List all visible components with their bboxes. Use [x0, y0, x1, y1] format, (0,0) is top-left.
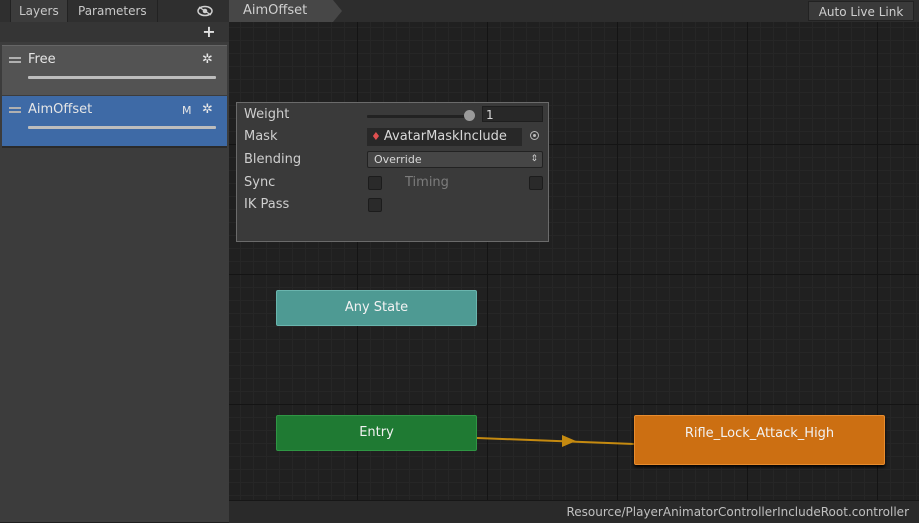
tab-layers[interactable]: Layers: [10, 0, 68, 22]
state-entry[interactable]: Entry: [276, 415, 477, 451]
layer-settings-popup: Weight 1 Mask ♦ AvatarMaskInclude Blendin…: [236, 102, 549, 242]
weight-slider-thumb[interactable]: [464, 110, 475, 121]
layer-toolbar: [0, 22, 229, 42]
sync-checkbox[interactable]: [368, 176, 382, 190]
layer-weight-bar: [28, 76, 216, 79]
layer-name: Free: [28, 52, 56, 67]
layer-item-free[interactable]: Free ✲: [2, 45, 227, 95]
sync-label: Sync: [244, 175, 276, 190]
layer-item-aimoffset[interactable]: AimOffset M ✲: [2, 96, 227, 146]
mask-label: Mask: [244, 129, 278, 144]
ik-pass-checkbox[interactable]: [368, 198, 382, 212]
object-picker-icon[interactable]: [530, 131, 539, 140]
eye-icon[interactable]: [196, 3, 214, 19]
weight-slider[interactable]: [367, 115, 471, 118]
gear-icon[interactable]: ✲: [202, 53, 214, 66]
add-layer-button[interactable]: +: [202, 22, 216, 42]
auto-live-link-button[interactable]: Auto Live Link: [808, 1, 914, 21]
controller-path: Resource/PlayerAnimatorControllerInclude…: [566, 505, 909, 519]
breadcrumb[interactable]: AimOffset: [229, 0, 342, 22]
divider: [2, 146, 227, 148]
gear-icon[interactable]: ✲: [202, 103, 214, 116]
weight-label: Weight: [244, 107, 290, 122]
status-bar: Resource/PlayerAnimatorControllerInclude…: [229, 500, 919, 523]
blending-value: Override: [374, 153, 422, 166]
blending-label: Blending: [244, 152, 302, 167]
drag-handle-icon[interactable]: [9, 107, 21, 113]
dropdown-arrows-icon: ⇕: [530, 154, 538, 164]
mask-badge: M: [182, 104, 192, 117]
drag-handle-icon[interactable]: [9, 57, 21, 63]
graph-toolbar: AimOffset Auto Live Link: [229, 0, 919, 23]
layer-name: AimOffset: [28, 102, 93, 117]
panel-tabs: Layers Parameters: [0, 0, 229, 23]
timing-checkbox[interactable]: [529, 176, 543, 190]
tab-parameters[interactable]: Parameters: [70, 0, 158, 22]
mask-field[interactable]: ♦ AvatarMaskInclude: [367, 128, 522, 146]
breadcrumb-label: AimOffset: [243, 3, 308, 18]
timing-label: Timing: [405, 175, 449, 190]
layers-panel: Layers Parameters + Free ✲ AimOffset M ✲: [0, 0, 229, 522]
layer-weight-bar: [28, 126, 216, 129]
mask-value: AvatarMaskInclude: [383, 129, 507, 144]
avatar-mask-icon: ♦: [371, 130, 381, 143]
blending-select[interactable]: Override ⇕: [367, 151, 543, 168]
ik-pass-label: IK Pass: [244, 197, 290, 212]
state-default[interactable]: Rifle_Lock_Attack_High: [634, 415, 885, 465]
weight-input[interactable]: 1: [482, 106, 543, 122]
state-any-state[interactable]: Any State: [276, 290, 477, 326]
